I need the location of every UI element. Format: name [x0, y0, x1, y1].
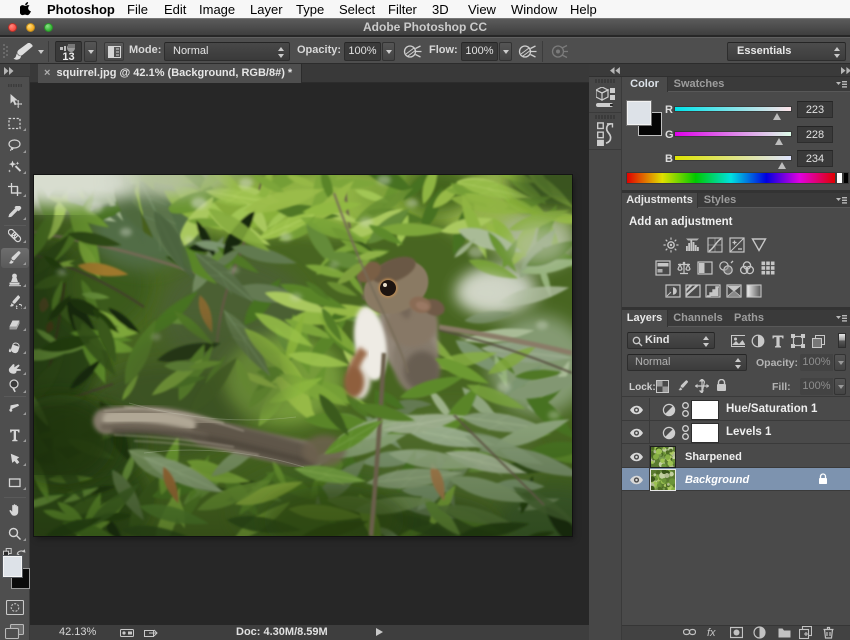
svg-text:fx: fx: [707, 627, 716, 639]
